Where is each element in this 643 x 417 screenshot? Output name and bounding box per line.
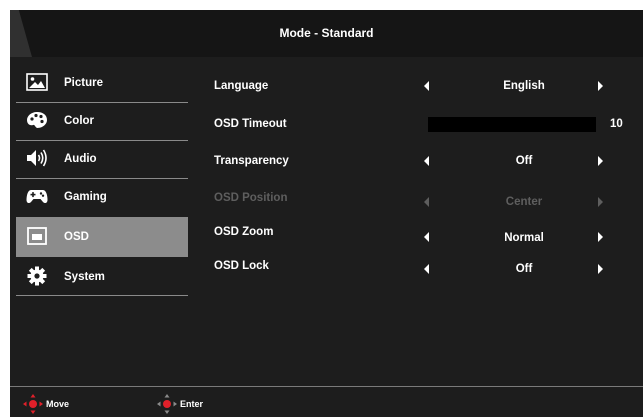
gamepad-icon bbox=[26, 186, 48, 206]
speaker-icon bbox=[26, 148, 48, 168]
arrow-right-icon[interactable] bbox=[598, 156, 603, 166]
sidebar-item-label: Audio bbox=[64, 153, 97, 165]
setting-osd-position: OSD Position Center bbox=[214, 188, 639, 208]
arrow-left-icon[interactable] bbox=[424, 81, 429, 91]
arrow-left-icon[interactable] bbox=[424, 156, 429, 166]
setting-transparency[interactable]: Transparency Off bbox=[214, 151, 639, 171]
setting-osd-lock[interactable]: OSD Lock Off bbox=[214, 256, 639, 276]
setting-label: Transparency bbox=[214, 155, 289, 167]
dpad-move-icon bbox=[22, 394, 44, 414]
osd-menu: Mode - Standard Picture Color Audio Gami… bbox=[10, 10, 643, 417]
mode-title: Mode - Standard bbox=[279, 26, 374, 40]
sidebar-item-picture[interactable]: Picture bbox=[16, 63, 188, 103]
enter-label: Enter bbox=[180, 399, 204, 409]
sidebar-item-gaming[interactable]: Gaming bbox=[16, 177, 188, 217]
osd-window-icon bbox=[26, 226, 48, 246]
setting-label: Language bbox=[214, 80, 269, 92]
sidebar-item-label: Picture bbox=[64, 77, 103, 89]
arrow-left-icon[interactable] bbox=[424, 232, 429, 242]
setting-value: Normal bbox=[504, 232, 544, 244]
footer-divider bbox=[10, 386, 643, 387]
dpad-enter-icon bbox=[156, 394, 178, 414]
sidebar-item-label: OSD bbox=[64, 231, 89, 243]
arrow-left-icon[interactable] bbox=[424, 264, 429, 274]
setting-value: Off bbox=[515, 263, 533, 275]
sidebar-item-color[interactable]: Color bbox=[16, 101, 188, 141]
picture-icon bbox=[26, 72, 48, 92]
timeout-value: 10 bbox=[610, 118, 623, 130]
palette-icon bbox=[26, 110, 48, 130]
timeout-slider[interactable] bbox=[428, 117, 596, 132]
arrow-right-icon[interactable] bbox=[598, 81, 603, 91]
setting-label: OSD Position bbox=[214, 192, 288, 204]
setting-label: OSD Lock bbox=[214, 260, 269, 272]
sidebar-item-label: Gaming bbox=[64, 191, 107, 203]
arrow-right-icon[interactable] bbox=[598, 264, 603, 274]
move-label: Move bbox=[46, 399, 70, 409]
setting-label: OSD Zoom bbox=[214, 226, 274, 238]
setting-value: Center bbox=[505, 196, 543, 208]
sidebar-divider bbox=[16, 295, 188, 296]
arrow-left-icon bbox=[424, 197, 429, 207]
setting-value: English bbox=[503, 80, 545, 92]
sidebar-item-audio[interactable]: Audio bbox=[16, 139, 188, 179]
sidebar-item-osd[interactable]: OSD bbox=[16, 217, 188, 257]
arrow-right-icon[interactable] bbox=[598, 232, 603, 242]
setting-value: Off bbox=[515, 155, 533, 167]
setting-label: OSD Timeout bbox=[214, 118, 287, 130]
setting-osd-timeout[interactable]: OSD Timeout 10 bbox=[214, 114, 639, 134]
sidebar-item-label: Color bbox=[64, 115, 95, 127]
timeout-slider-fill bbox=[428, 117, 596, 132]
header-bar: Mode - Standard bbox=[10, 10, 643, 57]
arrow-right-icon bbox=[598, 197, 603, 207]
setting-osd-zoom[interactable]: OSD Zoom Normal bbox=[214, 222, 639, 244]
gear-icon bbox=[26, 266, 48, 286]
sidebar-item-label: System bbox=[64, 271, 105, 283]
setting-language[interactable]: Language English bbox=[214, 76, 639, 96]
sidebar-item-system[interactable]: System bbox=[16, 257, 188, 297]
